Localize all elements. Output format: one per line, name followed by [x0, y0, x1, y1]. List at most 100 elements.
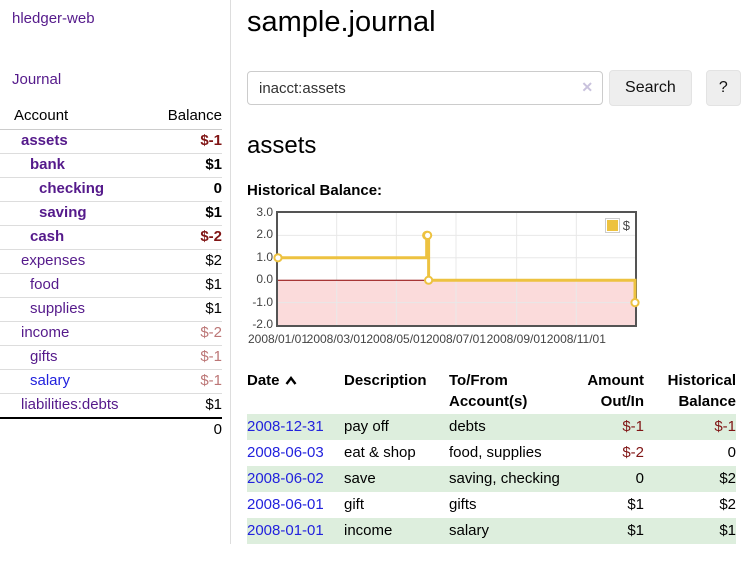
account-link[interactable]: salary: [14, 372, 70, 390]
account-link[interactable]: saving: [14, 204, 87, 222]
register-accounts: salary: [449, 518, 574, 544]
chart-svg: [278, 213, 635, 325]
register-accounts: food, supplies: [449, 440, 574, 466]
register-table: Date Description To/From Account(s) Amou…: [247, 368, 736, 544]
register-amount: $-2: [574, 440, 644, 466]
y-axis-tick-label: 3.0: [247, 206, 273, 218]
legend-swatch-icon: [605, 218, 620, 233]
sort-ascending-icon: [285, 370, 297, 391]
register-amount: 0: [574, 466, 644, 492]
account-balance: $-2: [152, 226, 222, 250]
register-header-date[interactable]: Date: [247, 368, 344, 414]
register-balance: $-1: [644, 414, 736, 440]
page-title: sample.journal: [247, 4, 741, 40]
register-description: pay off: [344, 414, 449, 440]
search-form: ✕ Search ?: [247, 70, 741, 106]
date-link[interactable]: 2008-06-03: [247, 444, 324, 461]
account-link[interactable]: food: [14, 276, 59, 294]
register-accounts: saving, checking: [449, 466, 574, 492]
y-axis-tick-label: 0.0: [247, 273, 273, 285]
accounts-total-row: 0: [0, 418, 222, 442]
table-row: 2008-06-01giftgifts$1$2: [247, 492, 736, 518]
register-amount: $1: [574, 518, 644, 544]
app-title-link[interactable]: hledger-web: [0, 8, 230, 27]
account-row: income$-2: [0, 322, 222, 346]
help-button[interactable]: ?: [706, 70, 741, 106]
y-axis-tick-label: -1.0: [247, 296, 273, 308]
account-row: cash $-2: [0, 226, 222, 250]
register-header-row: Date Description To/From Account(s) Amou…: [247, 368, 736, 414]
register-accounts: gifts: [449, 492, 574, 518]
table-row: 2008-06-03 eat & shopfood, supplies$-20: [247, 440, 736, 466]
account-link[interactable]: assets: [14, 132, 68, 150]
table-row: 2008-06-02 savesaving, checking0$2: [247, 466, 736, 492]
account-link[interactable]: liabilities:debts: [14, 396, 119, 414]
account-link[interactable]: gifts: [14, 348, 58, 366]
account-link[interactable]: expenses: [14, 252, 85, 270]
register-balance: $2: [644, 492, 736, 518]
register-header-balance: Historical Balance: [644, 368, 736, 414]
account-row: expenses $2: [0, 250, 222, 274]
register-header-amount: Amount Out/In: [574, 368, 644, 414]
search-box: ✕: [247, 71, 603, 105]
date-link[interactable]: 2008-12-31: [247, 418, 324, 435]
account-balance: $1: [152, 202, 222, 226]
date-link[interactable]: 2008-06-01: [247, 496, 324, 513]
search-button[interactable]: Search: [609, 70, 692, 106]
account-row: liabilities:debts $1: [0, 394, 222, 419]
account-balance: $1: [152, 274, 222, 298]
register-header-accounts: To/From Account(s): [449, 368, 574, 414]
table-row: 2008-01-01incomesalary$1$1: [247, 518, 736, 544]
x-axis-tick-label: 2008/05/01: [363, 332, 429, 346]
account-page-title: assets: [247, 131, 741, 161]
sidebar-item-journal[interactable]: Journal: [0, 71, 230, 88]
account-link[interactable]: income: [14, 324, 69, 342]
y-axis-tick-label: 2.0: [247, 228, 273, 240]
clear-search-icon[interactable]: ✕: [581, 79, 593, 96]
account-row: food $1: [0, 274, 222, 298]
account-balance: $-1: [152, 346, 222, 370]
account-balance: $-1: [152, 130, 222, 154]
account-row: checking 0: [0, 178, 222, 202]
register-header-description: Description: [344, 368, 449, 414]
date-link[interactable]: 2008-06-02: [247, 470, 324, 487]
account-balance: $1: [152, 154, 222, 178]
x-axis-tick-label: 2008/03/01: [304, 332, 370, 346]
register-description: save: [344, 466, 449, 492]
account-link[interactable]: checking: [14, 180, 104, 198]
register-description: eat & shop: [344, 440, 449, 466]
y-axis-tick-label: 1.0: [247, 251, 273, 263]
accounts-header-row: Account Balance: [0, 105, 222, 130]
x-axis-tick-label: 2008/01/01: [245, 332, 311, 346]
accounts-header-account: Account: [0, 105, 152, 130]
account-balance: $1: [152, 298, 222, 322]
account-balance: 0: [152, 178, 222, 202]
account-balance: $1: [152, 394, 222, 419]
account-row: gifts $-1: [0, 346, 222, 370]
chart-legend: $: [604, 217, 631, 234]
accounts-total-balance: 0: [152, 418, 222, 442]
main-content: sample.journal ✕ Search ? assets Histori…: [231, 0, 741, 544]
register-description: income: [344, 518, 449, 544]
account-row: saving $1: [0, 202, 222, 226]
account-link[interactable]: supplies: [14, 300, 85, 318]
x-axis-tick-label: 2008/07/01: [423, 332, 489, 346]
register-balance: $2: [644, 466, 736, 492]
account-link[interactable]: bank: [14, 156, 65, 174]
date-link[interactable]: 2008-01-01: [247, 522, 324, 539]
search-input[interactable]: [247, 71, 603, 105]
register-balance: 0: [644, 440, 736, 466]
x-axis-tick-label: 2008/09/01: [484, 332, 550, 346]
register-accounts: debts: [449, 414, 574, 440]
app-window: hledger-web Journal Account Balance asse…: [0, 0, 742, 544]
register-balance: $1: [644, 518, 736, 544]
balance-chart: $ 3.02.01.00.0-1.0-2.02008/01/012008/03/…: [247, 206, 727, 348]
accounts-table: Account Balance assets $-1 bank $1 checking 0…: [0, 105, 222, 442]
account-balance: $2: [152, 250, 222, 274]
accounts-header-balance: Balance: [152, 105, 222, 130]
chart-plot-area[interactable]: $: [276, 211, 637, 327]
register-amount: $-1: [574, 414, 644, 440]
account-row: salary$-1: [0, 370, 222, 394]
account-link[interactable]: cash: [14, 228, 64, 246]
account-row: bank $1: [0, 154, 222, 178]
